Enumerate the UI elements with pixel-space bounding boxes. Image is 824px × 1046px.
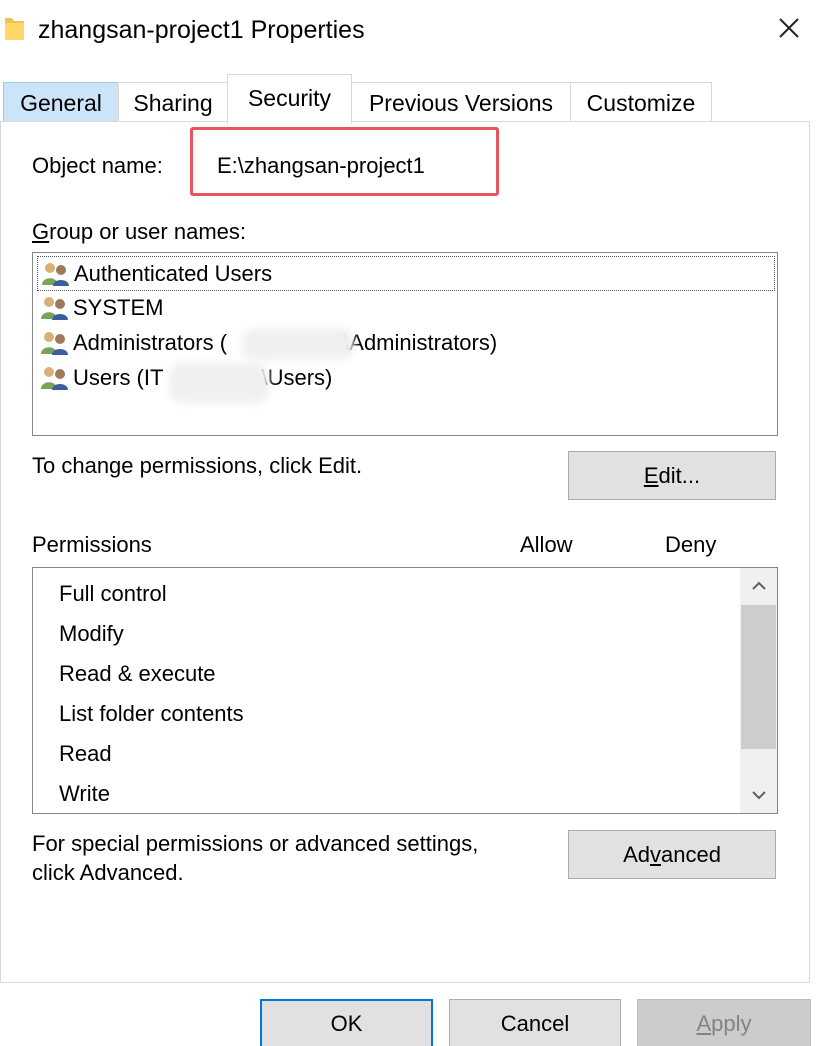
- permissions-header: Permissions: [32, 532, 152, 557]
- group-or-user-names-label: Group or user names:: [32, 219, 246, 244]
- tab-general[interactable]: General: [3, 82, 119, 122]
- permission-full-control: Full control: [59, 581, 167, 606]
- permission-read-execute: Read & execute: [59, 661, 216, 686]
- permission-write: Write: [59, 781, 110, 806]
- advanced-hint-line2: click Advanced.: [32, 860, 184, 885]
- users-group-icon: [41, 367, 68, 390]
- edit-button[interactable]: Edit...: [568, 451, 776, 500]
- user-label: SYSTEM: [73, 295, 164, 320]
- tab-sharing[interactable]: Sharing: [118, 82, 228, 122]
- highlight-annotation: [190, 127, 499, 196]
- window-title: zhangsan-project1 Properties: [38, 16, 365, 44]
- apply-button[interactable]: Apply: [637, 999, 811, 1046]
- redaction-blur: [242, 328, 354, 360]
- users-list[interactable]: Authenticated Users SYSTEM Administrator…: [32, 252, 778, 436]
- advanced-button[interactable]: Advanced: [568, 830, 776, 879]
- object-name-label: Object name:: [32, 153, 163, 178]
- chevron-up-icon: [751, 581, 766, 590]
- permission-modify: Modify: [59, 621, 124, 646]
- redaction-blur: [169, 363, 269, 403]
- chevron-down-icon: [751, 791, 766, 800]
- permissions-list[interactable]: Full control Modify Read & execute List …: [32, 567, 778, 814]
- ok-button[interactable]: OK: [260, 999, 433, 1046]
- change-permissions-hint: To change permissions, click Edit.: [32, 453, 363, 478]
- users-group-icon: [42, 263, 69, 286]
- scroll-up-button[interactable]: [740, 568, 777, 604]
- user-item-administrators[interactable]: Administrators (.\Administrators): [37, 326, 775, 361]
- tab-previous-versions[interactable]: Previous Versions: [351, 82, 571, 122]
- allow-header: Allow: [520, 532, 573, 557]
- scroll-down-button[interactable]: [740, 777, 777, 813]
- advanced-hint-line1: For special permissions or advanced sett…: [32, 831, 479, 856]
- deny-header: Deny: [665, 532, 717, 557]
- tab-strip: General Sharing Security Previous Versio…: [0, 72, 824, 124]
- permission-read: Read: [59, 741, 112, 766]
- title-bar: zhangsan-project1 Properties: [0, 0, 824, 62]
- tab-security[interactable]: Security: [227, 74, 352, 124]
- users-group-icon: [41, 297, 68, 320]
- user-item-users[interactable]: Users (IT \Users): [37, 361, 775, 403]
- user-item-system[interactable]: SYSTEM: [37, 291, 775, 326]
- permission-list-folder-contents: List folder contents: [59, 701, 244, 726]
- tab-customize[interactable]: Customize: [570, 82, 712, 122]
- folder-icon: [5, 18, 24, 40]
- user-label: Authenticated Users: [74, 261, 273, 286]
- cancel-button[interactable]: Cancel: [449, 999, 621, 1046]
- scroll-thumb[interactable]: [741, 605, 776, 749]
- permissions-scrollbar[interactable]: [740, 568, 777, 813]
- close-icon: [779, 18, 799, 38]
- user-item-authenticated-users[interactable]: Authenticated Users: [37, 256, 775, 291]
- close-button[interactable]: [764, 6, 814, 50]
- users-group-icon: [41, 332, 68, 355]
